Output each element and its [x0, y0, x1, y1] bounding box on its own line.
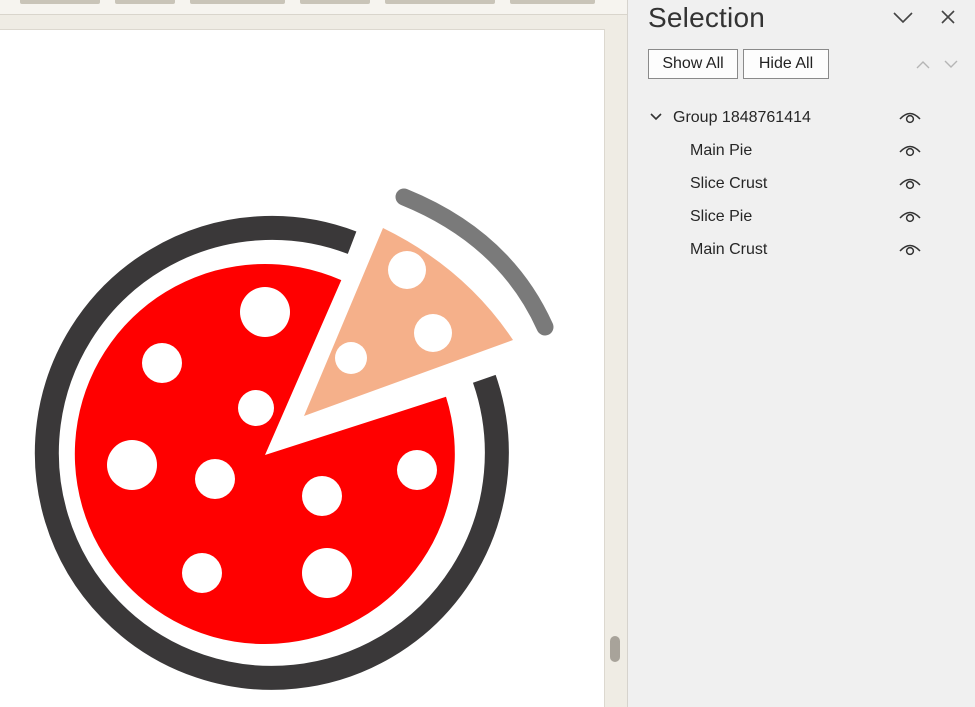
eye-icon	[899, 211, 921, 223]
chevron-down-icon	[944, 60, 958, 68]
slide-canvas-area	[0, 0, 628, 707]
eye-icon	[899, 178, 921, 190]
eye-icon	[899, 145, 921, 157]
visibility-toggle[interactable]	[898, 109, 922, 125]
tree-item-slice-crust[interactable]: Slice Crust	[628, 167, 975, 200]
pizza-graphic-group[interactable]	[0, 30, 604, 707]
eye-icon	[899, 112, 921, 124]
tree-item-group[interactable]: Group 1848761414	[628, 101, 975, 134]
close-pane-button[interactable]	[933, 2, 963, 32]
chevron-up-icon	[916, 60, 930, 68]
tree-item-label: Slice Crust	[690, 174, 768, 192]
pane-options-button[interactable]	[888, 2, 918, 32]
chevron-down-icon	[650, 113, 662, 121]
visibility-toggle[interactable]	[898, 241, 922, 257]
slide[interactable]	[0, 30, 604, 707]
bring-forward-button[interactable]	[913, 54, 933, 74]
vertical-scrollbar-thumb[interactable]	[610, 636, 620, 662]
chevron-down-icon	[893, 12, 913, 24]
tree-item-main-crust[interactable]: Main Crust	[628, 233, 975, 266]
tree-item-label: Main Pie	[690, 141, 753, 159]
visibility-toggle[interactable]	[898, 175, 922, 191]
tree-item-main-pie[interactable]: Main Pie	[628, 134, 975, 167]
tree-item-label: Group 1848761414	[673, 108, 811, 126]
tree-item-slice-pie[interactable]: Slice Pie	[628, 200, 975, 233]
show-all-button[interactable]: Show All	[648, 49, 738, 79]
ribbon-edge	[0, 0, 628, 15]
visibility-toggle[interactable]	[898, 208, 922, 224]
tree-item-label: Main Crust	[690, 240, 768, 258]
selection-pane: Selection Show All Hide All Group 184876…	[628, 0, 975, 707]
hide-all-button[interactable]: Hide All	[743, 49, 829, 79]
expand-collapse-toggle[interactable]	[649, 110, 663, 124]
pane-title: Selection	[648, 2, 765, 33]
eye-icon	[899, 244, 921, 256]
selection-tree: Group 1848761414 Main Pie Slice Crust Sl…	[628, 101, 975, 266]
visibility-toggle[interactable]	[898, 142, 922, 158]
send-backward-button[interactable]	[941, 54, 961, 74]
tree-item-label: Slice Pie	[690, 207, 753, 225]
close-icon	[941, 10, 955, 24]
